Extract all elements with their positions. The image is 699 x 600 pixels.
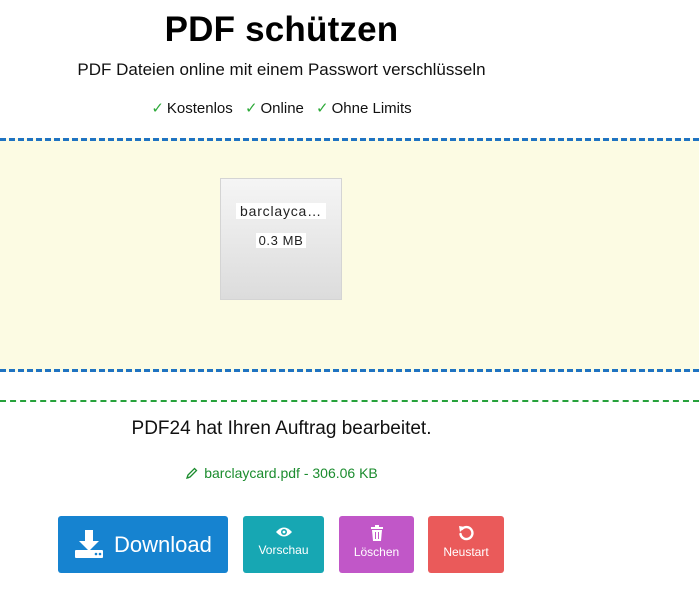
feature-free: ✓ Kostenlos — [151, 100, 232, 118]
section-divider — [0, 400, 699, 402]
page-title: PDF schützen — [164, 10, 399, 49]
check-icon: ✓ — [316, 100, 329, 117]
check-icon: ✓ — [151, 100, 164, 117]
delete-button[interactable]: Löschen — [339, 516, 414, 573]
result-file-text[interactable]: barclaycard.pdf - 306.06 KB — [204, 465, 378, 481]
file-size: 0.3 MB — [255, 233, 307, 248]
feature-label: Ohne Limits — [331, 100, 412, 117]
eye-icon — [275, 527, 292, 537]
file-name: barclayca… — [236, 203, 326, 219]
file-dropzone[interactable]: barclayca… 0.3 MB — [0, 138, 699, 372]
delete-label: Löschen — [353, 545, 400, 559]
result-message: PDF24 hat Ihren Auftrag bearbeitet. — [131, 418, 432, 439]
feature-list: ✓ Kostenlos ✓ Online ✓ Ohne Limits — [0, 100, 563, 118]
pencil-icon — [186, 467, 198, 480]
feature-no-limits: ✓ Ohne Limits — [316, 100, 412, 118]
download-label: Download — [114, 532, 212, 557]
download-button[interactable]: Download — [58, 516, 228, 573]
restart-label: Neustart — [443, 545, 489, 559]
check-icon: ✓ — [244, 100, 258, 117]
feature-label: Kostenlos — [166, 100, 233, 117]
download-icon — [75, 530, 103, 558]
feature-label: Online — [260, 100, 304, 117]
file-card[interactable]: barclayca… 0.3 MB — [220, 178, 342, 300]
preview-button[interactable]: Vorschau — [243, 516, 324, 573]
feature-online: ✓ Online — [245, 100, 304, 118]
trash-icon — [370, 525, 383, 541]
restart-button[interactable]: Neustart — [428, 516, 504, 573]
preview-label: Vorschau — [258, 543, 309, 557]
page-subtitle: PDF Dateien online mit einem Passwort ve… — [77, 60, 486, 79]
restart-icon — [459, 525, 474, 541]
result-file-link[interactable]: barclaycard.pdf - 306.06 KB — [0, 465, 563, 481]
page-header: PDF schützen PDF Dateien online mit eine… — [0, 0, 563, 118]
